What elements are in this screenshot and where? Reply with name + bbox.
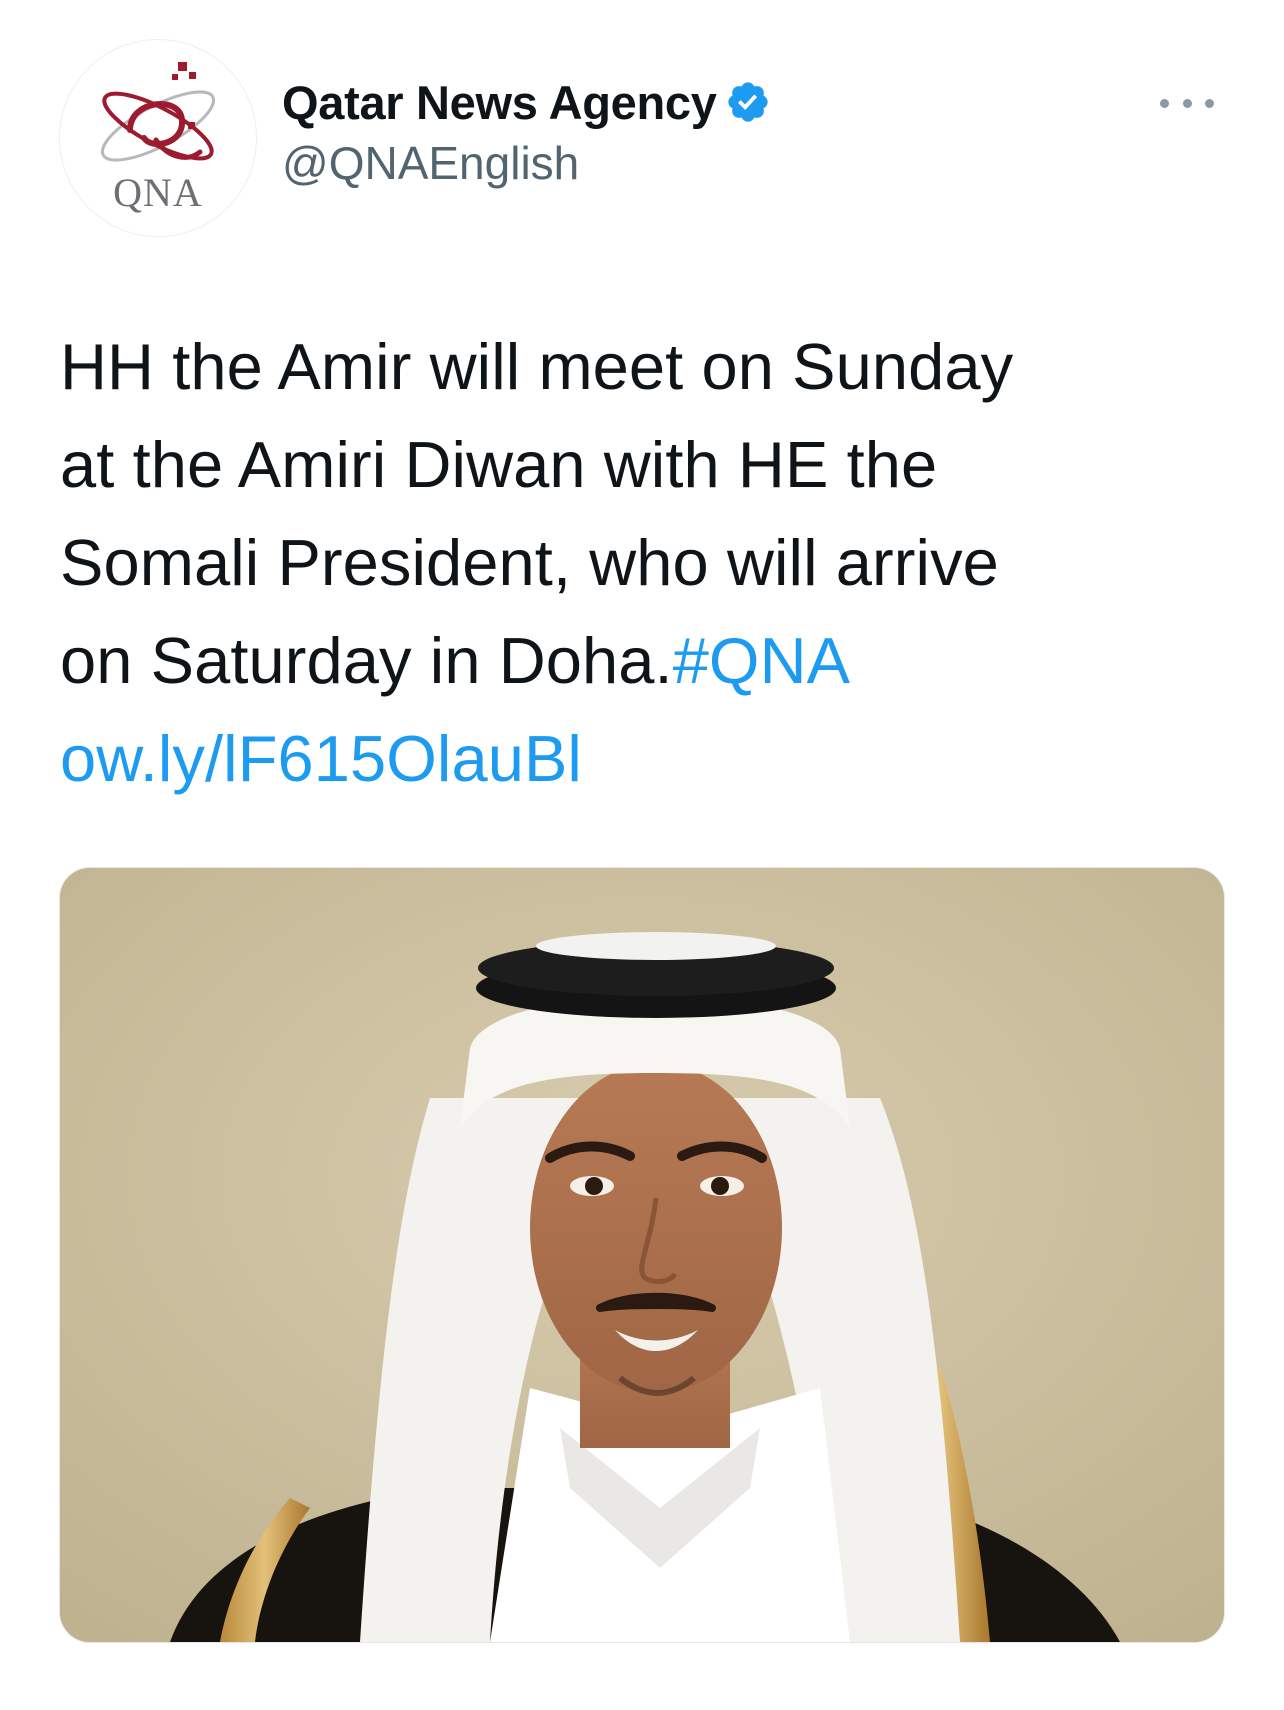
more-options-icon	[1160, 98, 1169, 108]
verified-badge-icon	[727, 82, 768, 122]
tweet-text-line: HH the Amir will meet on Sunday	[60, 330, 1014, 403]
tweet-photo[interactable]	[60, 868, 1224, 1642]
more-options-icon	[1182, 98, 1192, 108]
tweet-text-line: at the Amiri Diwan with HE the	[60, 428, 938, 501]
url-link[interactable]: ow.ly/lF615OlauBl	[60, 722, 582, 795]
tweet-card: QNA Qatar News Agency @QNAEnglish HH the…	[0, 0, 1284, 1710]
tweet-text-segment: on Saturday in Doha.	[60, 624, 673, 697]
svg-text:QNA: QNA	[113, 170, 203, 215]
tweet-text-line: ow.ly/lF615OlauBl	[60, 710, 1240, 808]
author-avatar[interactable]: QNA	[60, 40, 256, 236]
author-handle[interactable]: @QNAEnglish	[282, 136, 579, 190]
tweet-text: HH the Amir will meet on Sunday at the A…	[60, 318, 1240, 808]
tweet-text-line: Somali President, who will arrive	[60, 526, 999, 599]
qna-logo-icon: QNA	[61, 41, 255, 235]
author-display-name[interactable]: Qatar News Agency	[282, 75, 717, 130]
author-name-row: Qatar News Agency	[282, 70, 771, 134]
hashtag-link[interactable]: #QNA	[673, 624, 850, 697]
tweet-text-line: on Saturday in Doha.#QNA	[60, 612, 1240, 710]
more-options-icon	[1205, 98, 1214, 108]
portrait-photo-icon	[60, 868, 1224, 1642]
more-options-button[interactable]	[1160, 88, 1214, 118]
